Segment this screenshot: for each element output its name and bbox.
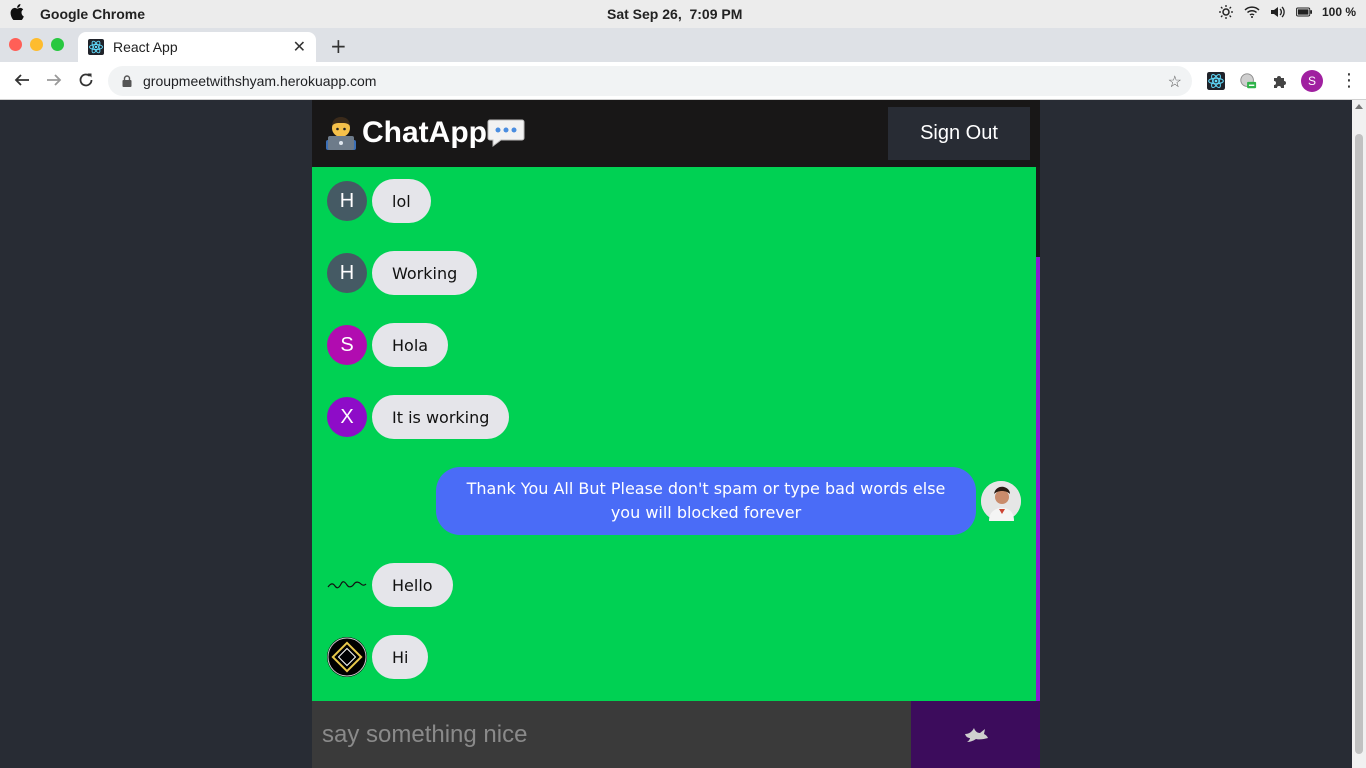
avatar: H	[327, 253, 367, 293]
list-item: Hi	[327, 635, 429, 679]
battery-percent[interactable]: 100 %	[1322, 5, 1356, 19]
chat-app: ChatApp Sign Out H lol H Working S Hola	[312, 100, 1040, 768]
avatar	[981, 481, 1021, 521]
react-devtools-icon[interactable]	[1207, 72, 1225, 90]
list-item: X It is working	[327, 395, 510, 439]
chat-scrollbar[interactable]	[1036, 167, 1040, 701]
scroll-up-arrow-icon[interactable]	[1355, 104, 1363, 109]
close-tab-icon[interactable]: ✕	[293, 37, 306, 57]
avatar: S	[327, 325, 367, 365]
message-input[interactable]	[312, 701, 911, 768]
app-header: ChatApp Sign Out	[312, 100, 1040, 167]
react-icon	[88, 39, 104, 55]
list-item: Hello	[327, 563, 453, 607]
minimize-window-button[interactable]	[30, 38, 43, 51]
message-bubble: Hola	[372, 323, 449, 367]
puzzle-icon[interactable]	[1271, 72, 1289, 90]
os-menu-bar: Google Chrome Sat Sep 26, 7:09 PM 100 %	[0, 0, 1366, 28]
avatar: H	[327, 181, 367, 221]
menu-dots-icon[interactable]: ⋮	[1340, 70, 1358, 91]
back-arrow-icon[interactable]	[12, 70, 32, 90]
list-item: S Hola	[327, 323, 449, 367]
message-bubble: It is working	[372, 395, 510, 439]
url-text[interactable]: groupmeetwithshyam.herokuapp.com	[143, 73, 376, 89]
page-scrollbar[interactable]	[1352, 100, 1366, 768]
profile-avatar[interactable]: S	[1301, 70, 1323, 92]
battery-icon[interactable]	[1295, 4, 1312, 20]
sign-out-button[interactable]: Sign Out	[888, 107, 1030, 160]
message-bubble: Hello	[372, 563, 453, 607]
speech-balloon-emoji-icon	[487, 114, 525, 152]
message-list[interactable]: H lol H Working S Hola X It is working T…	[312, 167, 1040, 701]
extension-icon[interactable]	[1239, 72, 1257, 90]
window-controls	[9, 38, 64, 51]
cnc-logo-avatar	[327, 637, 367, 677]
signature-logo-avatar	[327, 565, 367, 605]
reload-icon[interactable]	[76, 70, 96, 90]
technologist-emoji-icon	[322, 114, 360, 152]
tab-title: React App	[113, 39, 178, 55]
dove-icon	[963, 723, 989, 746]
avatar: X	[327, 397, 367, 437]
app-name[interactable]: Google Chrome	[40, 6, 145, 22]
volume-icon[interactable]	[1270, 4, 1286, 20]
forward-arrow-icon[interactable]	[44, 70, 64, 90]
toolbar: groupmeetwithshyam.herokuapp.com ☆ S ⋮	[0, 62, 1366, 100]
message-bubble: lol	[372, 179, 431, 223]
message-composer	[312, 701, 1040, 768]
chat-scrollbar-thumb[interactable]	[1036, 257, 1040, 701]
address-bar[interactable]: groupmeetwithshyam.herokuapp.com ☆	[108, 66, 1192, 96]
app-title: ChatApp	[362, 116, 487, 149]
apple-icon[interactable]	[10, 4, 26, 24]
lock-icon[interactable]	[122, 75, 134, 87]
wifi-icon[interactable]	[1244, 4, 1260, 20]
star-icon[interactable]: ☆	[1168, 72, 1182, 92]
list-item-sent: Thank You All But Please don't spam or t…	[436, 467, 1021, 535]
maximize-window-button[interactable]	[51, 38, 64, 51]
new-tab-icon[interactable]: +	[330, 34, 347, 58]
page-scrollbar-thumb[interactable]	[1355, 134, 1363, 754]
brightness-icon[interactable]	[1218, 4, 1234, 20]
list-item: H lol	[327, 179, 431, 223]
message-bubble: Thank You All But Please don't spam or t…	[436, 467, 976, 535]
tab-strip: React App ✕ +	[0, 28, 1366, 62]
clock[interactable]: Sat Sep 26, 7:09 PM	[607, 6, 742, 22]
message-bubble: Hi	[372, 635, 429, 679]
tab-react-app[interactable]: React App ✕	[78, 32, 316, 62]
list-item: H Working	[327, 251, 478, 295]
message-bubble: Working	[372, 251, 478, 295]
close-window-button[interactable]	[9, 38, 22, 51]
brand: ChatApp	[322, 114, 525, 152]
system-tray: 100 %	[1218, 4, 1356, 20]
send-button[interactable]	[911, 701, 1040, 768]
